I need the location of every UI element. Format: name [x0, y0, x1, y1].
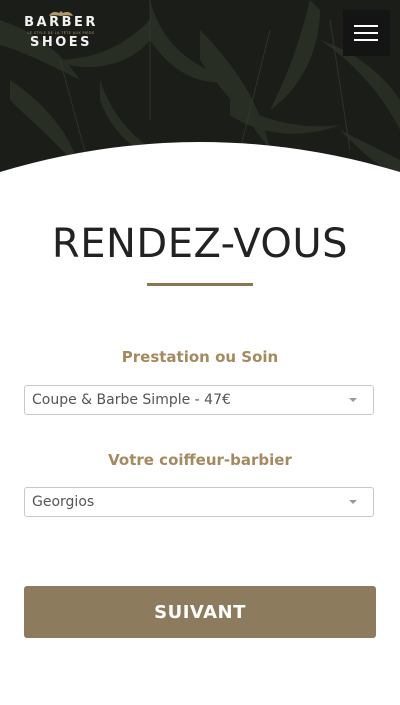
suivant-button[interactable]: SUIVANT	[24, 586, 376, 638]
prestation-select[interactable]: Coupe & Barbe Simple - 47€	[24, 385, 374, 415]
coiffeur-select[interactable]: Georgios	[24, 487, 374, 517]
hamburger-bar	[354, 39, 378, 41]
chevron-down-icon	[349, 500, 357, 504]
coiffeur-select-value: Georgios	[32, 494, 95, 510]
chevron-down-icon	[349, 398, 357, 402]
hamburger-menu-button[interactable]	[343, 10, 390, 56]
logo-line-shoes: SHOES	[29, 35, 93, 50]
coiffeur-label: Votre coiffeur-barbier	[108, 451, 292, 469]
barber-shoes-logo[interactable]: BARBER LE STYLE DE LA TÊTE AUX PIEDS SHO…	[22, 8, 100, 50]
page-title: RENDEZ-VOUS	[51, 221, 349, 267]
prestation-select-value: Coupe & Barbe Simple - 47€	[32, 392, 231, 408]
main-content: RENDEZ-VOUS Prestation ou Soin Coupe & B…	[0, 140, 400, 705]
logo-line-barber: BARBER	[24, 15, 98, 30]
title-underline	[147, 283, 253, 286]
hamburger-menu-icon	[354, 25, 378, 27]
prestation-label: Prestation ou Soin	[121, 348, 279, 366]
hamburger-bar	[354, 32, 378, 34]
